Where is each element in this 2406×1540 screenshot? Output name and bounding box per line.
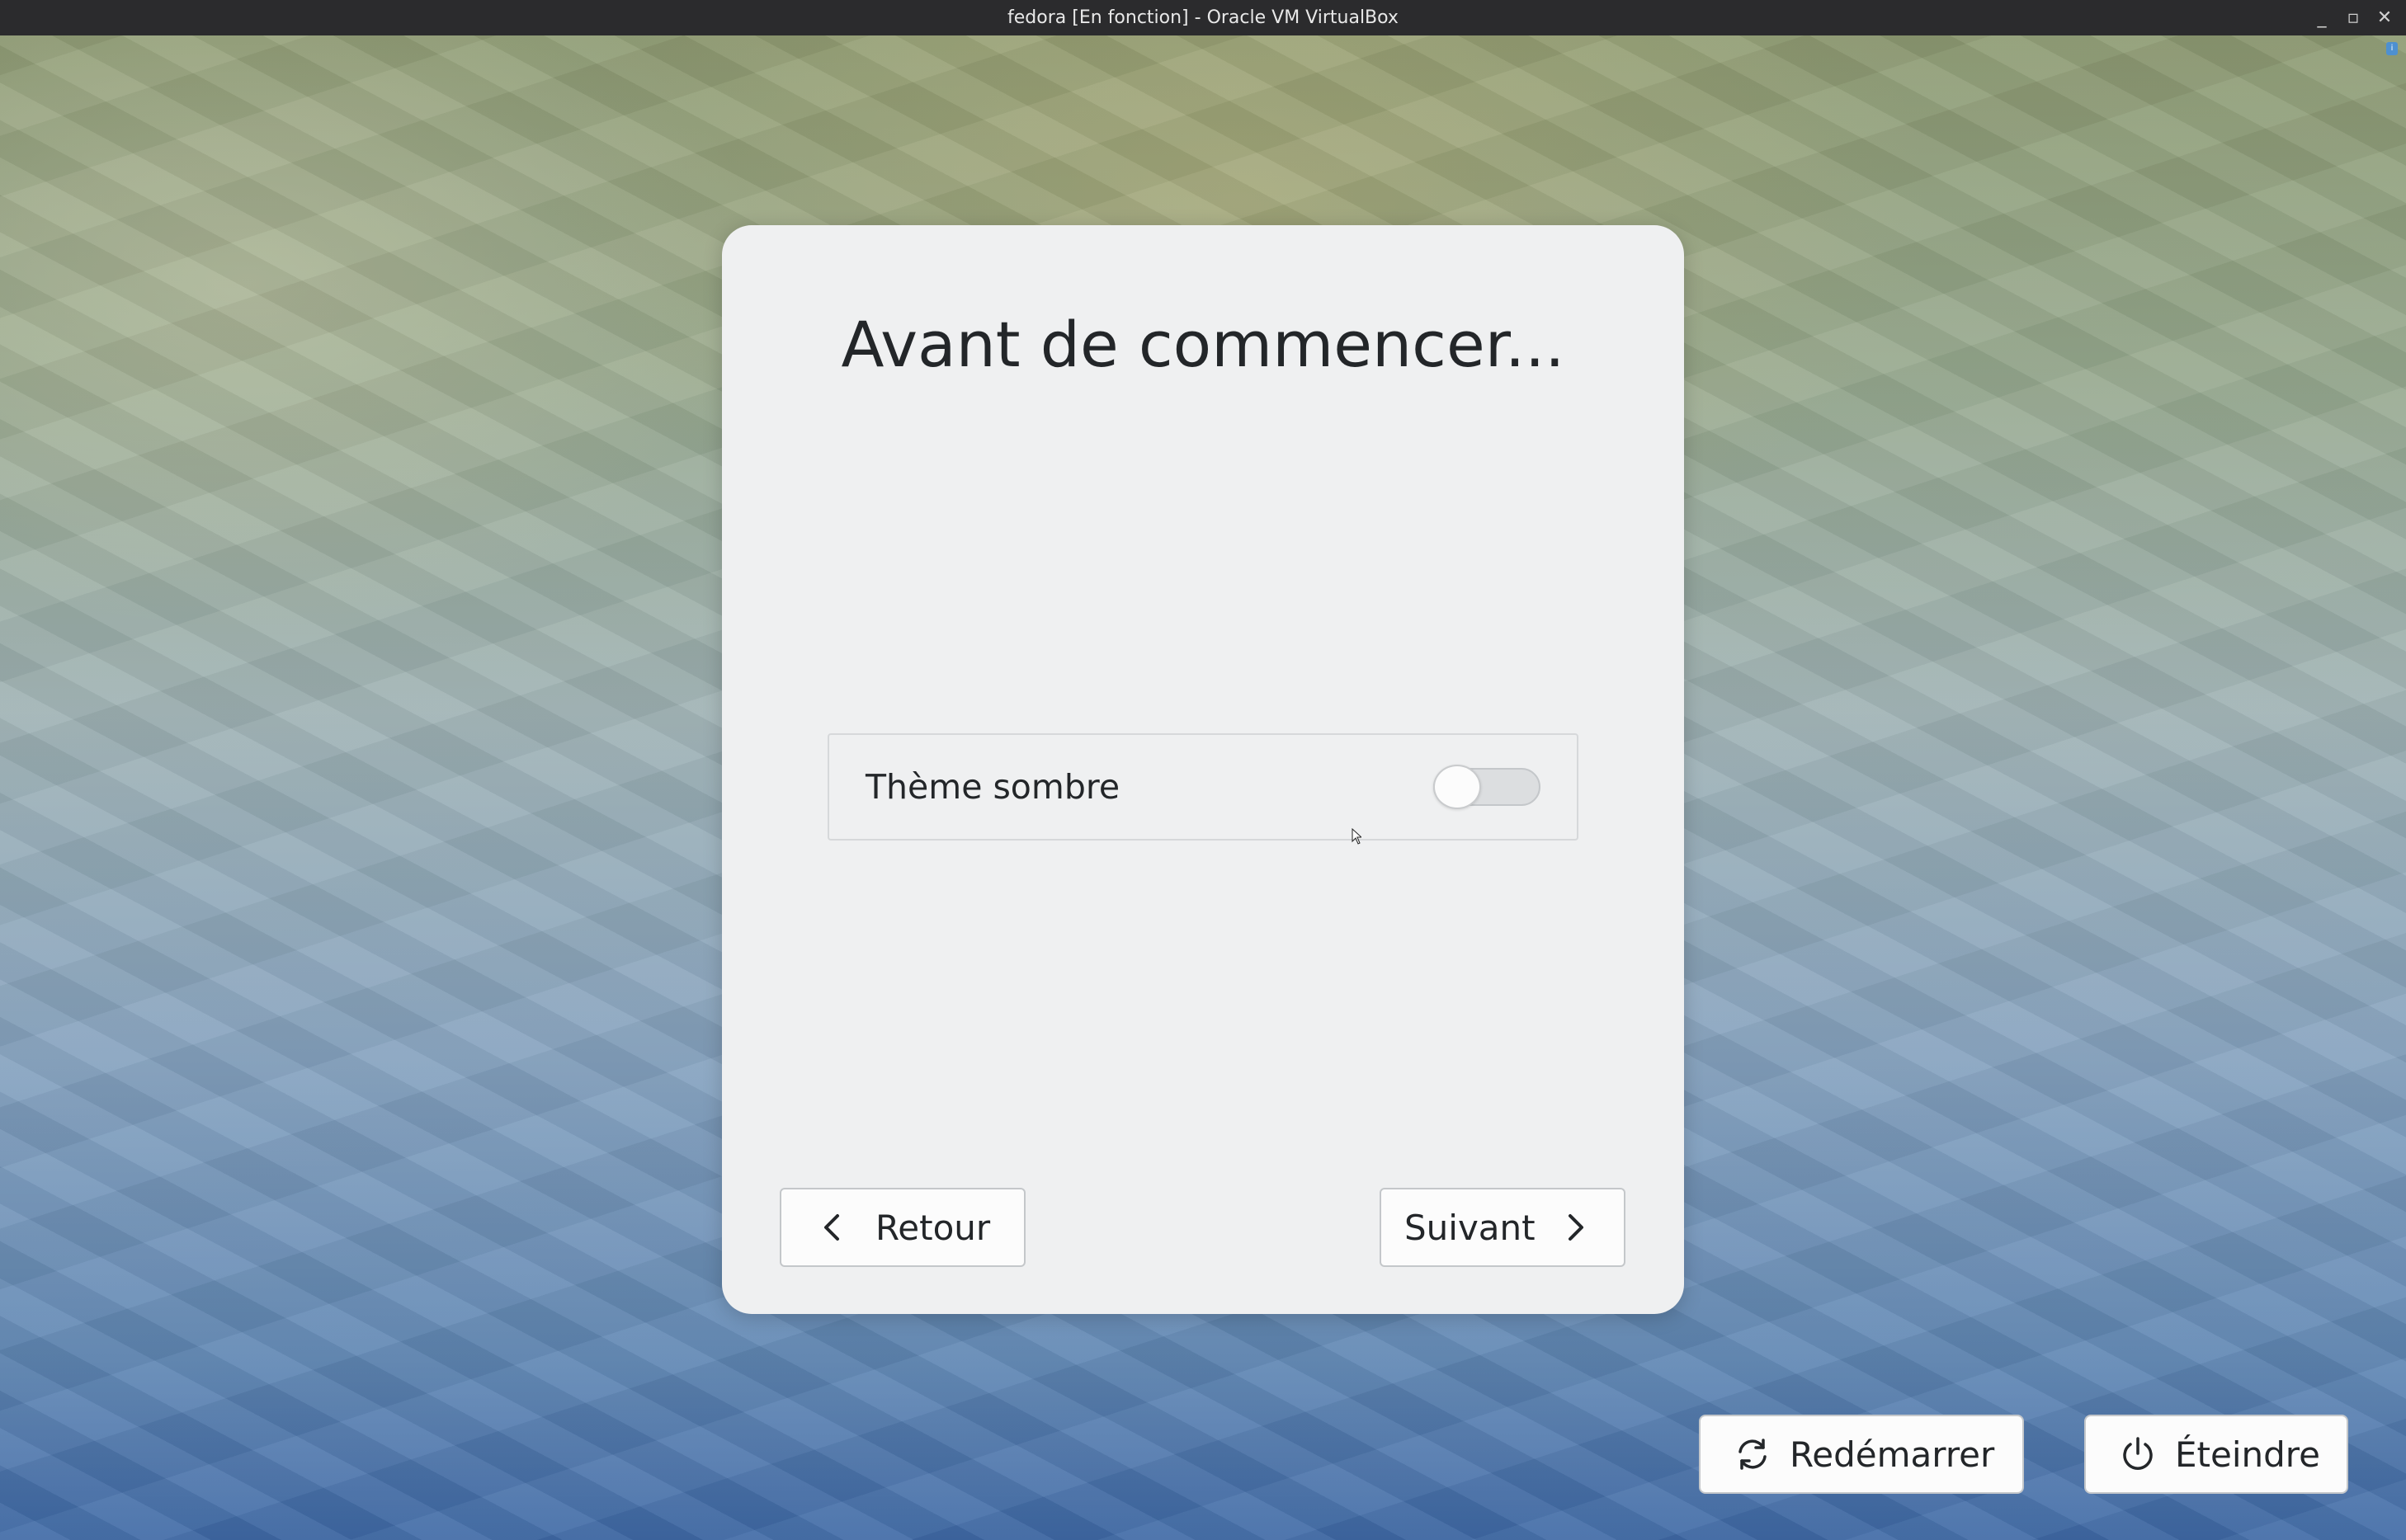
screen: fedora [En fonction] - Oracle VM Virtual… (0, 0, 2406, 1540)
toggle-knob (1433, 765, 1481, 809)
chevron-left-icon (824, 1214, 839, 1241)
maximize-icon[interactable]: ▫ (2338, 3, 2368, 33)
network-status-icon[interactable]: i (2386, 42, 2398, 55)
close-icon[interactable]: ✕ (2370, 3, 2399, 33)
dark-theme-setting-row: Thème sombre (828, 733, 1578, 841)
window-controls: _ ▫ ✕ (2305, 0, 2399, 35)
restart-icon (1738, 1439, 1767, 1470)
window-title: fedora [En fonction] - Oracle VM Virtual… (1007, 7, 1399, 28)
next-button[interactable]: Suivant (1380, 1188, 1625, 1267)
mouse-cursor-icon (1352, 828, 1361, 845)
dark-theme-label: Thème sombre (866, 767, 1120, 807)
back-button[interactable]: Retour (780, 1188, 1026, 1267)
minimize-icon[interactable]: _ (2307, 3, 2337, 33)
restart-button-label: Redémarrer (1790, 1434, 1995, 1475)
chevron-right-icon (1568, 1214, 1583, 1241)
restart-button[interactable]: Redémarrer (1699, 1415, 2024, 1494)
page-title: Avant de commencer... (841, 308, 1565, 381)
shutdown-button[interactable]: Éteindre (2084, 1415, 2348, 1494)
back-button-label: Retour (875, 1207, 991, 1248)
power-icon (2123, 1437, 2153, 1470)
shutdown-button-label: Éteindre (2175, 1434, 2320, 1475)
next-button-label: Suivant (1404, 1207, 1536, 1248)
dark-theme-toggle[interactable] (1433, 765, 1540, 809)
window-titlebar[interactable]: fedora [En fonction] - Oracle VM Virtual… (0, 0, 2406, 35)
setup-dialog: Avant de commencer... Thème sombre Retou… (722, 225, 1684, 1314)
